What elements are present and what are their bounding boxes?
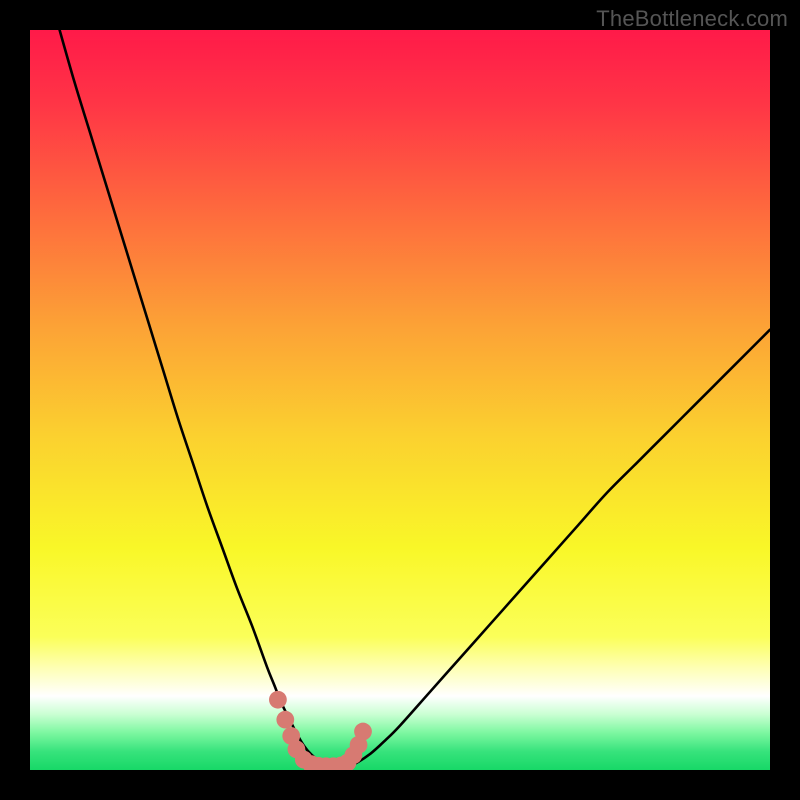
chart-frame: TheBottleneck.com bbox=[0, 0, 800, 800]
gradient-rect bbox=[30, 30, 770, 770]
watermark-text: TheBottleneck.com bbox=[596, 6, 788, 32]
plot-area bbox=[30, 30, 770, 770]
background-gradient bbox=[30, 30, 770, 770]
